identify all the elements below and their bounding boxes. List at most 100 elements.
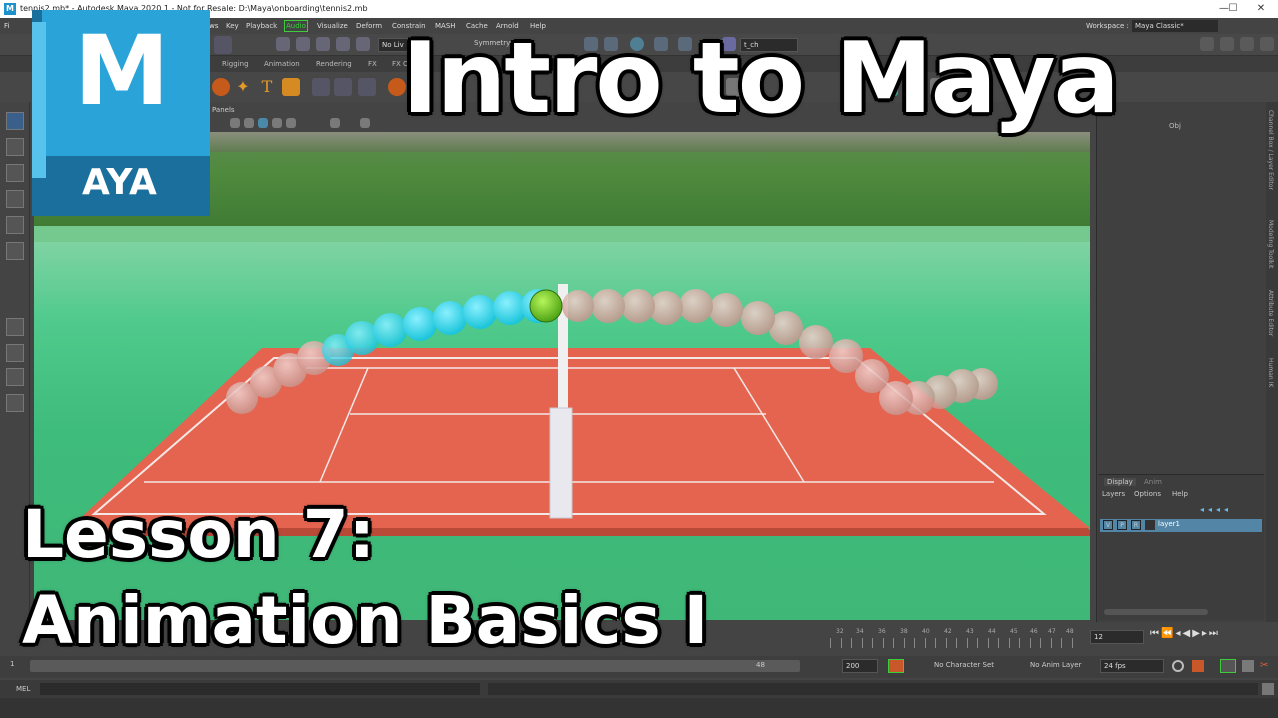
tab-display[interactable]: Display	[1104, 478, 1136, 486]
layer-row[interactable]: V P R layer1	[1100, 519, 1262, 532]
ruler-tick	[1050, 638, 1052, 648]
wireframe-icon[interactable]	[244, 118, 254, 128]
isolate-select-icon[interactable]	[330, 118, 340, 128]
lighting-icon[interactable]	[286, 118, 296, 128]
snap-grid-icon[interactable]	[276, 37, 290, 51]
side-tab-attribute-editor[interactable]: Attribute Editor	[1267, 290, 1274, 336]
single-view-layout-icon[interactable]	[6, 318, 24, 336]
layer-playback-toggle[interactable]: P	[1117, 520, 1127, 530]
start-frame[interactable]: 1	[10, 660, 14, 668]
two-view-layout-icon[interactable]	[6, 368, 24, 386]
rotate-tool-icon[interactable]	[6, 216, 24, 234]
side-tab-human-ik[interactable]: Human IK	[1267, 358, 1274, 387]
toggle-modeling-toolkit-icon[interactable]	[1200, 37, 1214, 51]
layer-visibility-toggle[interactable]: V	[1103, 520, 1113, 530]
play-backwards-icon[interactable]: ◀	[1182, 628, 1192, 639]
ruler-tick	[903, 638, 905, 648]
camera-attributes-icon[interactable]	[230, 118, 240, 128]
toggle-tool-settings-icon[interactable]	[1240, 37, 1254, 51]
menu-deform[interactable]: Deform	[356, 18, 382, 34]
ik-shelf-icon[interactable]	[358, 78, 376, 96]
tab-anim[interactable]: Anim	[1144, 478, 1162, 486]
svg-shelf-icon[interactable]	[282, 78, 300, 96]
select-mode-icon[interactable]	[214, 36, 232, 54]
joint-shelf-icon[interactable]	[334, 78, 352, 96]
time-ruler[interactable]: 32 34 36 38 40 42 43 44 45 46 47 48	[830, 626, 1080, 650]
tick-label: 43	[966, 628, 974, 635]
textured-icon[interactable]	[272, 118, 282, 128]
scale-tool-icon[interactable]	[6, 242, 24, 260]
snap-point-icon[interactable]	[316, 37, 330, 51]
shelf-tab-animation[interactable]: Animation	[264, 56, 300, 72]
go-to-end-icon[interactable]: ⏭	[1209, 628, 1220, 639]
ruler-tick	[830, 638, 831, 648]
close-icon[interactable]: ✕	[1246, 0, 1276, 18]
layer-arrow-icons[interactable]: ◂◂◂◂	[1200, 505, 1260, 515]
end-frame-field[interactable]: 200	[842, 659, 878, 673]
snap-view-icon[interactable]	[356, 37, 370, 51]
snap-curve-icon[interactable]	[296, 37, 310, 51]
side-tab-channel-box[interactable]: Channel Box / Layer Editor	[1267, 110, 1274, 190]
current-frame-field[interactable]: 12	[1090, 630, 1144, 644]
go-to-start-icon[interactable]: ⏮	[1150, 628, 1161, 639]
toggle-channel-box-icon[interactable]	[1260, 37, 1274, 51]
settings-icon[interactable]: ✂	[1260, 660, 1272, 672]
tennis-ball[interactable]	[529, 289, 563, 323]
four-view-layout-icon[interactable]	[6, 344, 24, 362]
auto-key-icon[interactable]	[888, 659, 904, 673]
loop-icon[interactable]	[1172, 660, 1184, 672]
layer-reference-toggle[interactable]: R	[1131, 520, 1141, 530]
shelf-tab-fx[interactable]: FX	[368, 56, 377, 72]
ruler-tick	[1019, 638, 1020, 648]
shelf-tab-rendering[interactable]: Rendering	[316, 56, 352, 72]
menu-key[interactable]: Key	[226, 18, 239, 34]
smooth-shade-icon[interactable]	[258, 118, 268, 128]
text-shelf-icon[interactable]: T	[258, 78, 276, 96]
ruler-tick	[914, 638, 915, 648]
command-line: MEL	[0, 680, 1278, 698]
outliner-layout-icon[interactable]	[6, 394, 24, 412]
paint-select-tool-icon[interactable]	[6, 164, 24, 182]
anim-layer-dropdown[interactable]: No Anim Layer	[1030, 661, 1081, 669]
layer-color-swatch[interactable]	[1145, 520, 1155, 530]
side-tab-modeling-toolkit[interactable]: Modeling Toolkit	[1267, 220, 1274, 268]
maximize-icon[interactable]: ☐	[1218, 0, 1248, 18]
character-set-dropdown[interactable]: No Character Set	[934, 661, 994, 669]
layers-menu[interactable]: Layers	[1102, 490, 1125, 498]
panels-menu[interactable]: Panels	[212, 106, 235, 114]
step-forward-frame-icon[interactable]: ▸	[1202, 628, 1209, 639]
help-menu[interactable]: Help	[1172, 490, 1188, 498]
obj-label: Obj	[1169, 122, 1181, 130]
options-menu[interactable]: Options	[1134, 490, 1161, 498]
xray-icon[interactable]	[360, 118, 370, 128]
command-input[interactable]	[40, 683, 480, 695]
locator-shelf-icon[interactable]	[312, 78, 330, 96]
shelf-tab-rigging[interactable]: Rigging	[222, 56, 249, 72]
tick-label: 47	[1048, 628, 1056, 635]
snap-surface-icon[interactable]	[336, 37, 350, 51]
star-shelf-icon[interactable]: ✦	[234, 78, 252, 96]
toggle-attribute-editor-icon[interactable]	[1220, 37, 1234, 51]
layer-scrollbar[interactable]	[1104, 609, 1208, 615]
lasso-tool-icon[interactable]	[6, 138, 24, 156]
sound-icon[interactable]	[1220, 659, 1236, 673]
script-editor-icon[interactable]	[1262, 683, 1274, 695]
menu-file[interactable]: Fi	[4, 18, 9, 34]
range-end-frame[interactable]: 48	[756, 661, 765, 669]
ruler-tick	[1040, 638, 1041, 648]
fps-dropdown[interactable]: 24 fps	[1100, 659, 1164, 673]
menu-playback[interactable]: Playback	[246, 18, 277, 34]
play-forwards-icon[interactable]: ▶	[1192, 628, 1202, 639]
select-tool-icon[interactable]	[6, 112, 24, 130]
tick-label: 36	[878, 628, 886, 635]
step-back-key-icon[interactable]: ⏪	[1161, 628, 1175, 639]
cache-icon[interactable]	[1192, 660, 1204, 672]
move-tool-icon[interactable]	[6, 190, 24, 208]
workspace-dropdown[interactable]: Maya Classic*	[1132, 20, 1218, 32]
layer-name[interactable]: layer1	[1158, 520, 1180, 528]
menu-visualize[interactable]: Visualize	[317, 18, 348, 34]
lesson-number: Lesson 7:	[22, 496, 376, 573]
sphere-shelf-icon[interactable]	[212, 78, 230, 96]
menu-audio[interactable]: Audio	[284, 20, 308, 32]
anim-prefs-icon[interactable]	[1242, 660, 1254, 672]
